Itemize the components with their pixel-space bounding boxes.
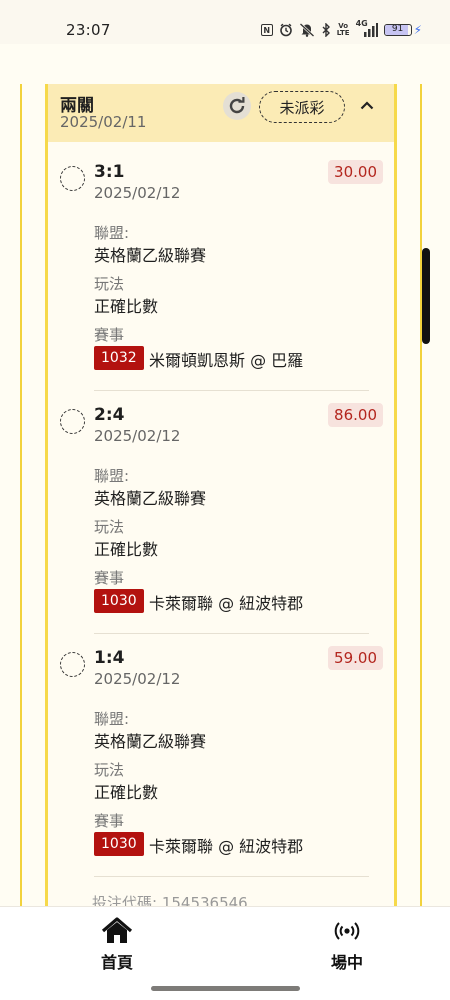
match-name: 卡萊爾聯 @ 紐波特郡: [149, 594, 304, 613]
refresh-icon: [229, 97, 245, 114]
selection-status-icon: [60, 409, 85, 434]
match-id-badge: 1032: [94, 346, 144, 370]
odds-badge: 59.00: [328, 646, 383, 670]
charging-icon: ⚡: [413, 23, 422, 37]
bet-date: 2025/02/11: [60, 113, 147, 131]
clock: 23:07: [66, 21, 111, 39]
nfc-icon: N: [260, 24, 273, 36]
bet-card: 兩關 2025/02/11 未派彩 3:1 2025/02/12 30.00 聯…: [45, 84, 397, 914]
event-label: 賽事: [94, 569, 125, 587]
divider: [94, 876, 369, 877]
play-label: 玩法: [94, 761, 125, 779]
refresh-button[interactable]: [223, 92, 251, 120]
status-bar: 23:07 N Vo LTE 4G 91 ⚡: [0, 0, 450, 44]
league-value: 英格蘭乙級聯賽: [94, 732, 207, 751]
selection-score: 2:4: [94, 405, 125, 425]
match-id-badge: 1030: [94, 589, 144, 613]
bet-card-header[interactable]: 兩關 2025/02/11 未派彩: [48, 84, 394, 142]
selection-date: 2025/02/12: [94, 670, 181, 688]
gesture-bar[interactable]: [151, 986, 300, 991]
event-label: 賽事: [94, 812, 125, 830]
network-type-label: 4G: [355, 19, 368, 28]
selection-date: 2025/02/12: [94, 427, 181, 445]
scrollbar-thumb[interactable]: [422, 248, 430, 344]
selection-status-icon: [60, 166, 85, 191]
mute-icon: [299, 23, 315, 37]
play-value: 正確比數: [94, 540, 159, 559]
match-name: 卡萊爾聯 @ 紐波特郡: [149, 837, 304, 856]
chevron-up-icon: [360, 101, 374, 110]
selection-item: 1:4 2025/02/12 59.00 聯盟: 英格蘭乙級聯賽 玩法 正確比數…: [48, 634, 394, 877]
match-id-badge: 1030: [94, 832, 144, 856]
nav-home[interactable]: 首頁: [82, 917, 152, 973]
volte-label: Vo LTE: [336, 22, 350, 37]
league-value: 英格蘭乙級聯賽: [94, 489, 207, 508]
alarm-icon: [279, 23, 293, 37]
selection-score: 1:4: [94, 648, 125, 668]
signal-4g-icon: 4G: [356, 19, 378, 37]
battery-icon: 91 ⚡: [383, 23, 422, 37]
league-label: 聯盟:: [94, 224, 130, 242]
league-label: 聯盟:: [94, 467, 130, 485]
odds-badge: 86.00: [328, 403, 383, 427]
play-label: 玩法: [94, 518, 125, 536]
play-value: 正確比數: [94, 783, 159, 802]
selection-item: 3:1 2025/02/12 30.00 聯盟: 英格蘭乙級聯賽 玩法 正確比數…: [48, 148, 394, 391]
play-value: 正確比數: [94, 297, 159, 316]
bluetooth-icon: [321, 23, 331, 37]
nav-live[interactable]: 場中: [312, 917, 382, 973]
nav-home-label: 首頁: [100, 953, 133, 972]
league-label: 聯盟:: [94, 710, 130, 728]
match-name: 米爾頓凱恩斯 @ 巴羅: [149, 351, 304, 370]
play-label: 玩法: [94, 275, 125, 293]
status-icons: N Vo LTE 4G 91 ⚡: [260, 19, 422, 40]
selection-status-icon: [60, 652, 85, 677]
selection-item: 2:4 2025/02/12 86.00 聯盟: 英格蘭乙級聯賽 玩法 正確比數…: [48, 391, 394, 634]
event-label: 賽事: [94, 326, 125, 344]
selection-score: 3:1: [94, 162, 125, 182]
league-value: 英格蘭乙級聯賽: [94, 246, 207, 265]
status-badge: 未派彩: [259, 91, 345, 123]
battery-level: 91: [391, 24, 404, 34]
home-icon: [101, 917, 133, 943]
battery-body: 91: [383, 24, 412, 36]
collapse-button[interactable]: [356, 94, 378, 116]
selection-date: 2025/02/12: [94, 184, 181, 202]
nav-live-label: 場中: [330, 953, 363, 972]
live-broadcast-icon: [334, 922, 360, 940]
volte-icon: Vo LTE: [337, 23, 350, 37]
odds-badge: 30.00: [328, 160, 383, 184]
